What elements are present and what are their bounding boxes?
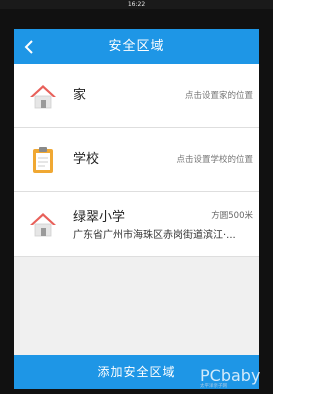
zone-item-home[interactable]: 家 点击设置家的位置 — [14, 64, 259, 128]
header-bar: 安全区域 — [14, 29, 259, 64]
zone-title: 家 — [73, 88, 87, 103]
status-time: 16:22 — [127, 1, 146, 8]
zone-list: 家 点击设置家的位置 学校 点击设置学校的位置 绿翠小学 方圆500米 广东省广… — [14, 64, 259, 257]
zone-address: 广东省广州市海珠区赤岗街道滨江·... — [73, 230, 236, 241]
back-button[interactable] — [18, 34, 40, 60]
device-frame: 16:22 安全区域 家 点击设置家的位置 学校 点击设置学校的位置 绿翠小学 … — [0, 0, 273, 394]
house-icon — [28, 81, 58, 111]
zone-item-school[interactable]: 学校 点击设置学校的位置 — [14, 128, 259, 192]
status-bar: 16:22 — [0, 0, 273, 9]
watermark-logo: PCbaby 太平洋亲子网 — [200, 366, 270, 392]
app-screen: 安全区域 家 点击设置家的位置 学校 点击设置学校的位置 绿翠小学 方圆500米… — [14, 29, 259, 389]
watermark-sub: 太平洋亲子网 — [200, 384, 227, 389]
zone-hint: 点击设置家的位置 — [184, 91, 253, 101]
zone-hint: 点击设置学校的位置 — [176, 155, 253, 165]
page-title: 安全区域 — [108, 39, 165, 54]
zone-item-custom[interactable]: 绿翠小学 方圆500米 广东省广州市海珠区赤岗街道滨江·... — [14, 192, 259, 257]
house-icon — [28, 209, 58, 239]
chevron-left-icon — [24, 40, 33, 54]
zone-title: 绿翠小学 — [73, 210, 126, 225]
clipboard-icon — [28, 145, 58, 175]
zone-radius: 方圆500米 — [211, 211, 253, 221]
zone-title: 学校 — [73, 152, 100, 167]
